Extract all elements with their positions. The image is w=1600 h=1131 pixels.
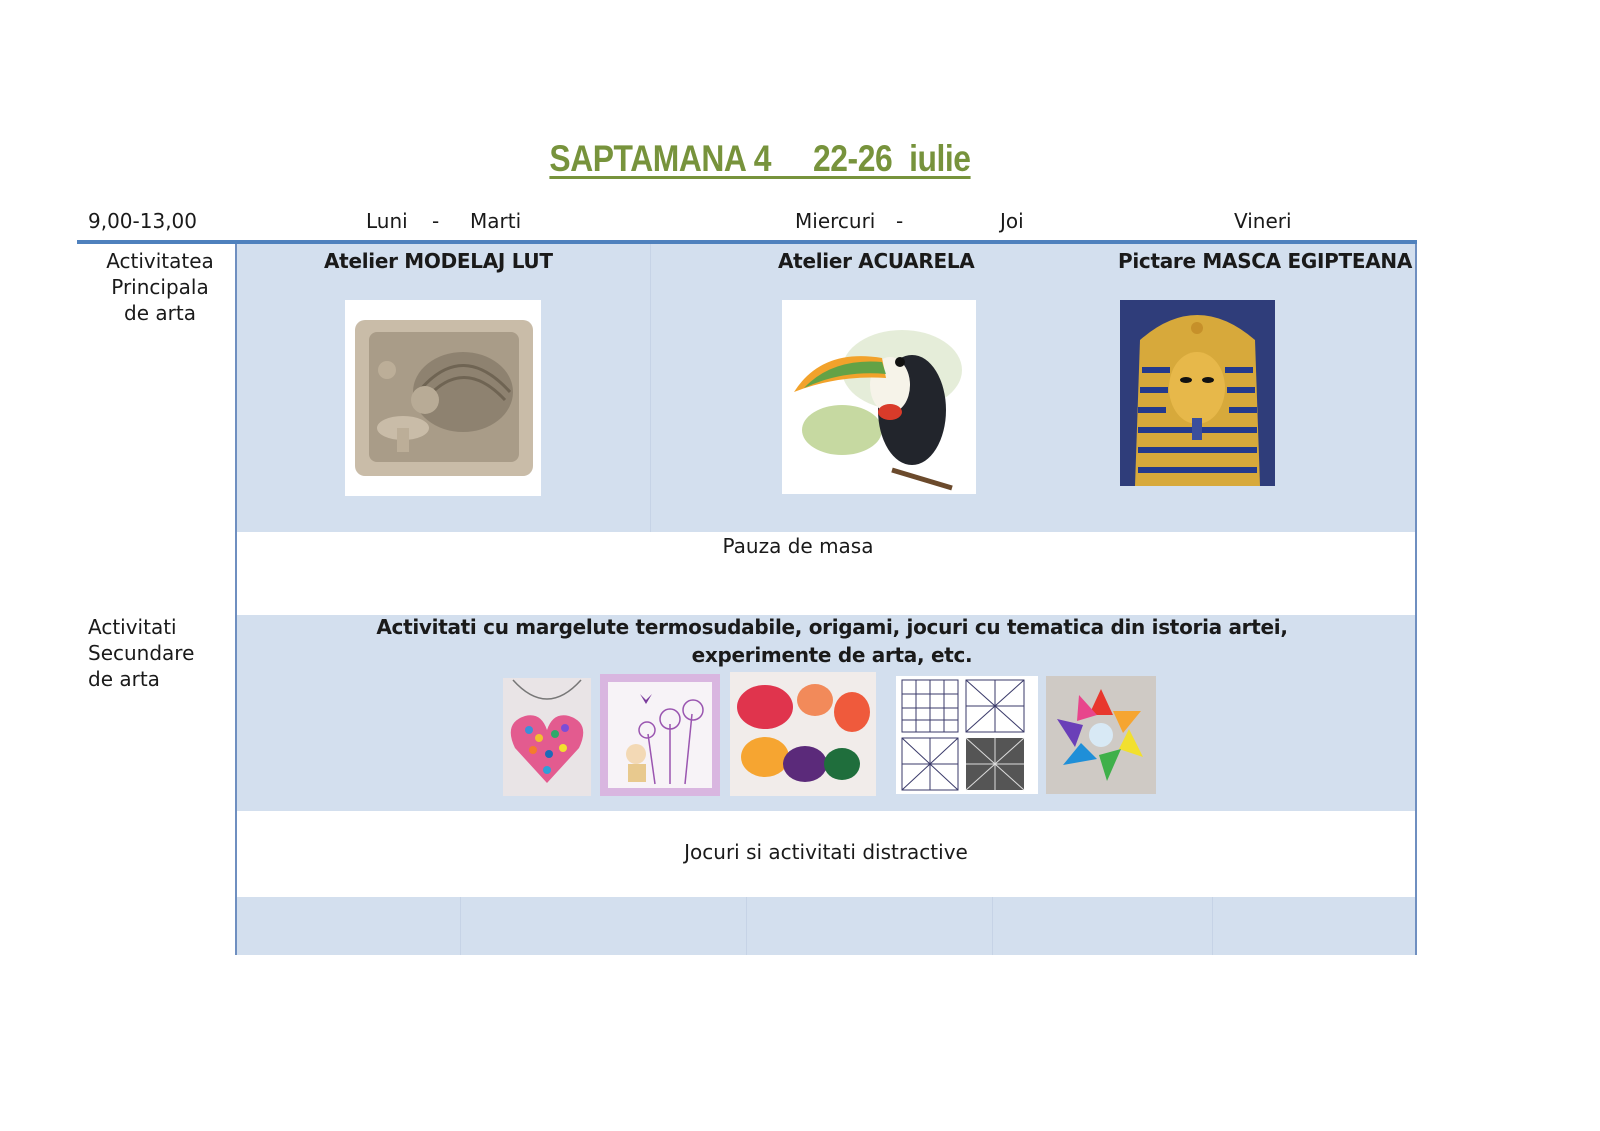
main-activity-label: Activitatea Principala de arta [106,249,214,325]
bead-heart-image [503,678,591,796]
time-slot: 9,00-13,00 [88,209,198,233]
egyptian-mask-image [1120,300,1275,486]
secondary-description-line1: Activitati cu margelute termosudabile, o… [376,615,1288,639]
games-activity: Jocuri si activitati distractive [684,840,968,864]
lunch-break: Pauza de masa [722,534,874,558]
day-thursday: Joi [1000,209,1024,233]
secondary-description-line2: experimente de arta, etc. [691,643,973,667]
secondary-activity-label: Activitati Secundare de arta [88,615,195,691]
embroidered-card-image [600,674,720,796]
zentangle-patterns-image [896,676,1038,794]
day-friday: Vineri [1234,209,1292,233]
origami-star-image [1046,676,1156,794]
day-separator: - [896,209,904,233]
day-separator: - [432,209,440,233]
workshop-title-watercolor: Atelier ACUARELA [778,249,975,273]
watercolor-toucan-image [782,300,976,494]
day-wednesday: Miercuri [795,209,876,233]
clay-hedgehog-image [345,300,541,496]
workshop-title-clay: Atelier MODELAJ LUT [324,249,553,273]
workshop-title-mask: Pictare MASCA EGIPTEANA [1118,249,1412,273]
bottom-band [236,897,1416,955]
day-monday: Luni [366,209,408,233]
melted-crayons-image [730,672,876,796]
page-title: SAPTAMANA 4 22-26 iulie [549,138,971,179]
day-tuesday: Marti [470,209,522,233]
